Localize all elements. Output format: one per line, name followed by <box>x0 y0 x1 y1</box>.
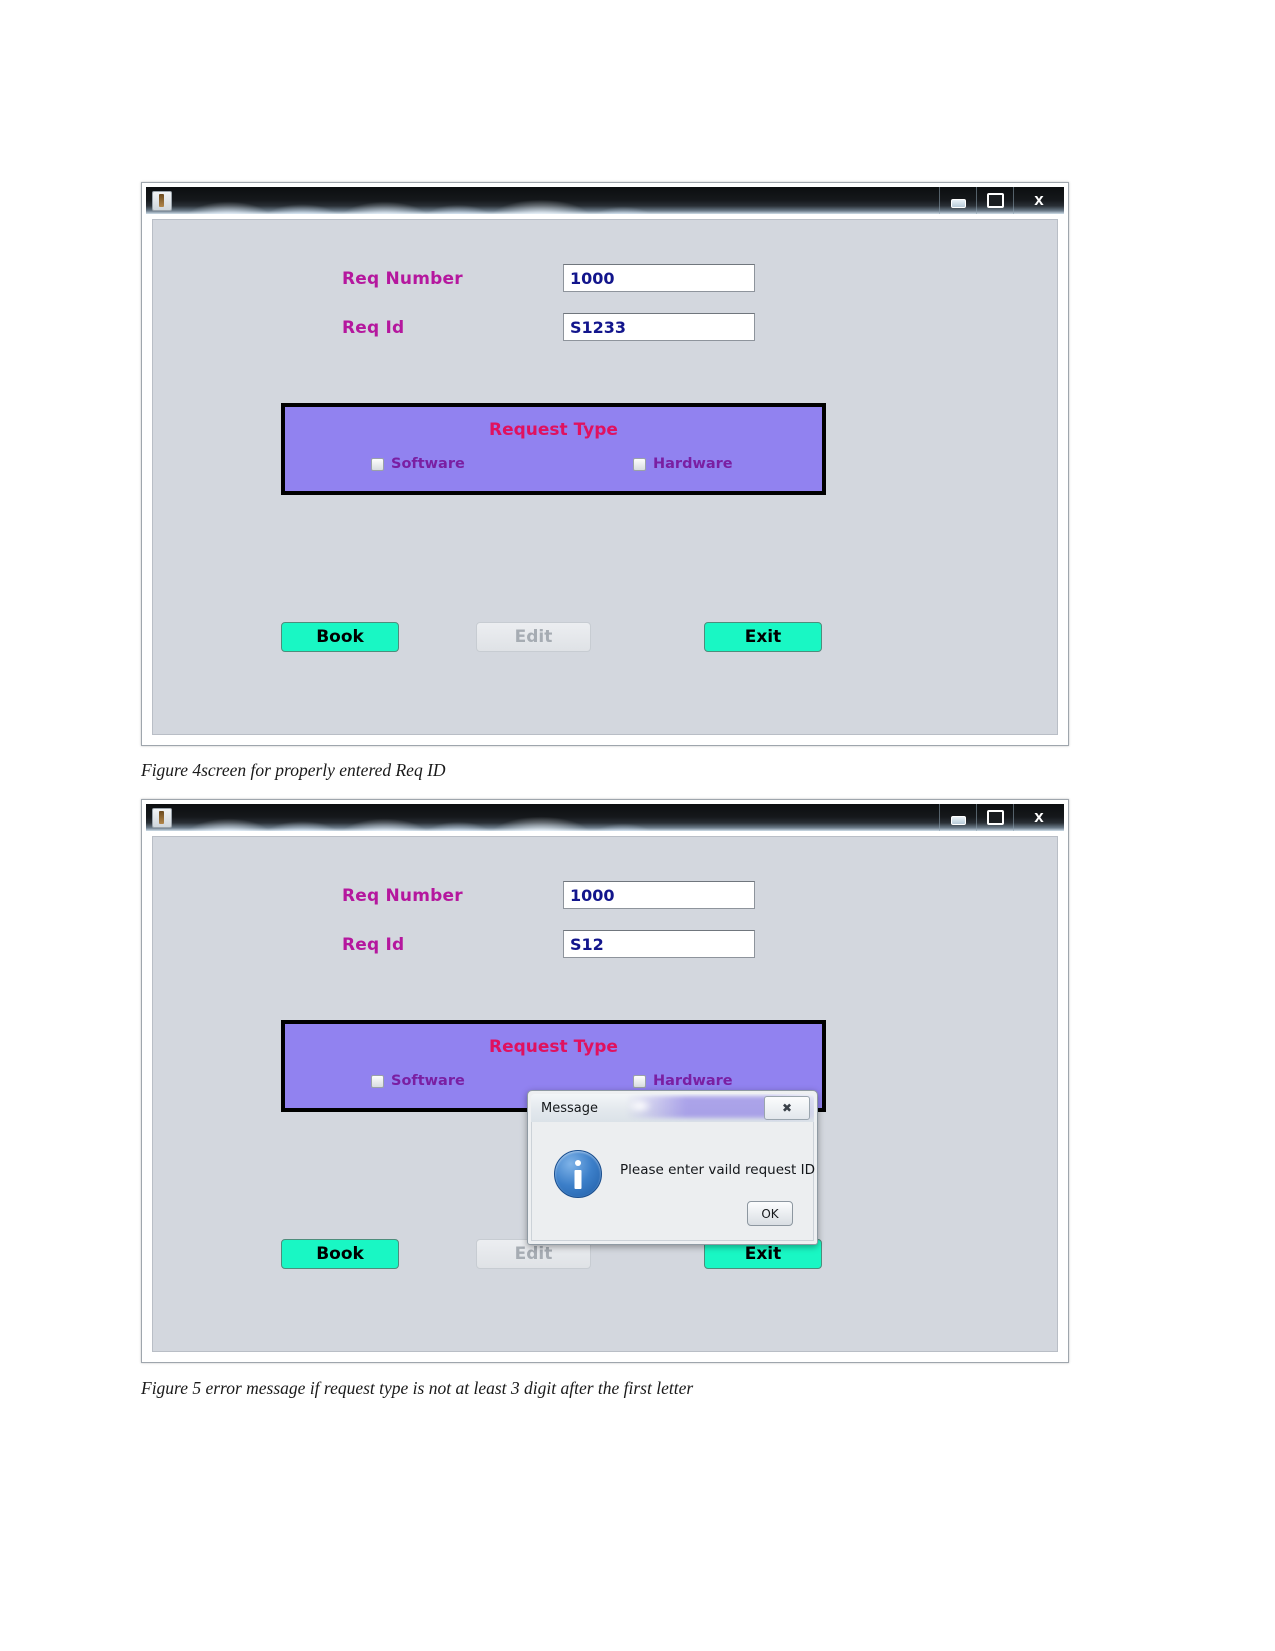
checkbox-software-label: Software <box>391 1073 465 1089</box>
req-number-input[interactable]: 1000 <box>563 264 755 292</box>
checkbox-icon[interactable] <box>371 457 384 471</box>
maximize-button[interactable] <box>976 804 1013 831</box>
figure-5-caption: Figure 5 error message if request type i… <box>141 1378 694 1398</box>
dialog-title: Message <box>541 1100 598 1116</box>
close-button[interactable]: x <box>1013 187 1064 214</box>
window-controls: x <box>939 187 1064 214</box>
checkbox-software[interactable]: Software <box>371 456 465 472</box>
checkbox-hardware[interactable]: Hardware <box>633 1073 733 1089</box>
req-number-label: Req Number <box>342 269 463 289</box>
dialog-close-button[interactable]: ✖ <box>764 1096 810 1120</box>
message-dialog: Message ✖ Please enter vaild request ID … <box>527 1090 818 1245</box>
checkbox-software-label: Software <box>391 456 465 472</box>
window-figure-4: x Req Number 1000 Req Id S1233 Request T… <box>141 182 1069 746</box>
java-coffee-cup-icon <box>152 807 172 828</box>
req-number-input[interactable]: 1000 <box>563 881 755 909</box>
exit-button[interactable]: Exit <box>704 622 822 652</box>
checkbox-icon[interactable] <box>371 1074 384 1088</box>
dialog-body: Please enter vaild request ID OK <box>531 1122 816 1241</box>
req-id-input[interactable]: S12 <box>563 930 755 958</box>
checkbox-icon[interactable] <box>633 1074 646 1088</box>
request-type-group: Request Type Software Hardware <box>281 403 826 495</box>
book-button[interactable]: Book <box>281 622 399 652</box>
window-controls: x <box>939 804 1064 831</box>
maximize-button[interactable] <box>976 187 1013 214</box>
maximize-icon <box>986 193 1004 208</box>
minimize-icon <box>950 816 966 825</box>
checkbox-hardware[interactable]: Hardware <box>633 456 733 472</box>
information-icon <box>554 1150 602 1198</box>
edit-button[interactable]: Edit <box>476 622 591 652</box>
title-bar[interactable]: x <box>146 187 1064 214</box>
checkbox-icon[interactable] <box>633 457 646 471</box>
figure-4-caption: Figure 4screen for properly entered Req … <box>141 760 446 780</box>
minimize-button[interactable] <box>939 804 976 831</box>
checkbox-hardware-label: Hardware <box>653 456 733 472</box>
minimize-icon <box>950 199 966 208</box>
req-id-label: Req Id <box>342 935 405 955</box>
maximize-icon <box>986 810 1004 825</box>
req-id-label: Req Id <box>342 318 405 338</box>
java-coffee-cup-icon <box>152 190 172 211</box>
req-id-input[interactable]: S1233 <box>563 313 755 341</box>
dialog-title-bar[interactable]: Message ✖ <box>531 1094 814 1122</box>
dialog-ok-button[interactable]: OK <box>747 1201 793 1226</box>
title-bar[interactable]: x <box>146 804 1064 831</box>
close-button[interactable]: x <box>1013 804 1064 831</box>
window-figure-5: x Req Number 1000 Req Id S12 Request Typ… <box>141 799 1069 1363</box>
request-type-title: Request Type <box>489 1037 618 1057</box>
form-panel: Req Number 1000 Req Id S12 Request Type … <box>152 836 1058 1352</box>
form-panel: Req Number 1000 Req Id S1233 Request Typ… <box>152 219 1058 735</box>
checkbox-hardware-label: Hardware <box>653 1073 733 1089</box>
req-number-label: Req Number <box>342 886 463 906</box>
request-type-title: Request Type <box>489 420 618 440</box>
checkbox-software[interactable]: Software <box>371 1073 465 1089</box>
minimize-button[interactable] <box>939 187 976 214</box>
dialog-message: Please enter vaild request ID <box>620 1162 816 1178</box>
book-button[interactable]: Book <box>281 1239 399 1269</box>
